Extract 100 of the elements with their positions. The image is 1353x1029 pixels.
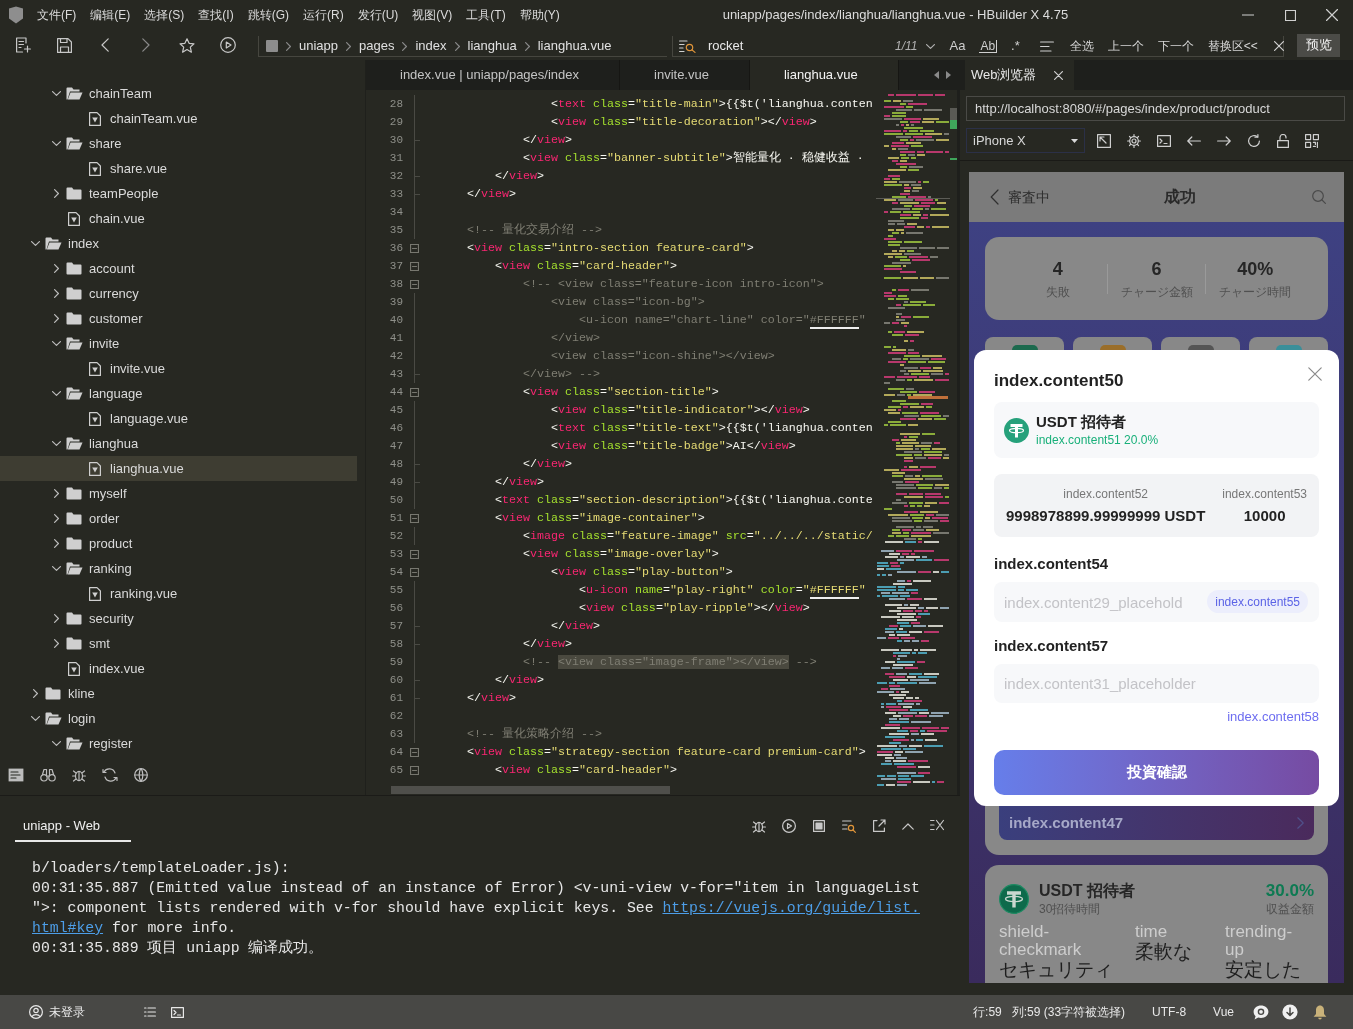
export-icon[interactable] bbox=[872, 819, 886, 833]
tree-item[interactable]: register bbox=[0, 731, 357, 756]
menu-item[interactable]: 发行(U) bbox=[357, 6, 399, 24]
tree-item[interactable]: account bbox=[0, 256, 357, 281]
tree-item[interactable]: kline bbox=[0, 681, 357, 706]
chevron-down-icon[interactable] bbox=[51, 91, 61, 96]
arrow-right-icon[interactable] bbox=[1217, 135, 1231, 146]
tree-item[interactable]: customer bbox=[0, 306, 357, 331]
caret-left-icon[interactable] bbox=[934, 71, 939, 79]
chevron-right-icon[interactable] bbox=[53, 514, 59, 523]
tree-item[interactable]: chainTeam.vue bbox=[0, 106, 357, 131]
menu-item[interactable]: 编辑(E) bbox=[90, 6, 131, 24]
new-file-icon[interactable] bbox=[15, 37, 31, 53]
chevron-down-icon[interactable] bbox=[51, 441, 61, 446]
editor-tab[interactable]: lianghua.vue bbox=[749, 60, 899, 90]
caret-right-icon[interactable] bbox=[946, 71, 951, 79]
tree-item[interactable]: ranking bbox=[0, 556, 357, 581]
chevron-right-icon[interactable] bbox=[53, 539, 59, 548]
breadcrumb-item[interactable]: index bbox=[415, 36, 447, 56]
unlock-icon[interactable] bbox=[1277, 133, 1289, 148]
collapse-icon[interactable] bbox=[410, 279, 419, 289]
tree-item[interactable]: index bbox=[0, 231, 357, 256]
tree-item[interactable]: login bbox=[0, 706, 357, 731]
tree-item[interactable]: security bbox=[0, 606, 357, 631]
language-label[interactable]: Vue bbox=[1213, 1003, 1234, 1021]
chevron-down-icon[interactable] bbox=[51, 741, 61, 746]
tree-item[interactable]: language.vue bbox=[0, 406, 357, 431]
settings-icon[interactable] bbox=[1127, 133, 1141, 148]
collapse-icon[interactable] bbox=[410, 567, 419, 577]
chevron-left-icon[interactable] bbox=[990, 189, 999, 205]
play-icon[interactable] bbox=[220, 37, 236, 53]
bell-icon[interactable] bbox=[1313, 1004, 1327, 1020]
device-dropdown[interactable]: iPhone X bbox=[966, 128, 1085, 153]
chevron-down-icon[interactable] bbox=[51, 141, 61, 146]
chevron-right-icon[interactable] bbox=[53, 289, 59, 298]
binoculars-icon[interactable] bbox=[40, 768, 56, 782]
qr-code-icon[interactable] bbox=[1305, 133, 1319, 148]
menu-item[interactable]: 运行(R) bbox=[303, 6, 344, 24]
chevron-right-icon[interactable] bbox=[32, 689, 38, 698]
chevron-right-icon[interactable] bbox=[53, 489, 59, 498]
collapse-icon[interactable] bbox=[410, 261, 419, 271]
collapse-icon[interactable] bbox=[410, 513, 419, 523]
menu-item[interactable]: 工具(T) bbox=[466, 6, 506, 24]
menu-item[interactable]: 选择(S) bbox=[144, 6, 185, 24]
tree-item[interactable]: language bbox=[0, 381, 357, 406]
arrow-left-icon[interactable] bbox=[1187, 135, 1201, 146]
breadcrumb-item[interactable]: uniapp bbox=[299, 36, 339, 56]
browser-tab[interactable]: Web浏览器 bbox=[965, 60, 1074, 90]
confirm-button[interactable]: 投資確認 bbox=[994, 750, 1319, 795]
terminal-icon[interactable] bbox=[171, 1006, 184, 1018]
breadcrumb-item[interactable]: pages bbox=[359, 36, 395, 56]
bug-icon[interactable] bbox=[72, 768, 86, 782]
chevron-right-icon[interactable] bbox=[53, 189, 59, 198]
tree-item[interactable]: teamPeople bbox=[0, 181, 357, 206]
collapse-icon[interactable] bbox=[410, 549, 419, 559]
tree-item[interactable]: share bbox=[0, 131, 357, 156]
maximize-icon[interactable] bbox=[1284, 9, 1296, 21]
console-tab[interactable]: uniapp - Web bbox=[15, 812, 131, 842]
tree-item[interactable]: invite bbox=[0, 331, 357, 356]
tree-item[interactable]: share.vue bbox=[0, 156, 357, 181]
chevron-right-icon[interactable] bbox=[53, 314, 59, 323]
refresh-icon[interactable] bbox=[1247, 133, 1261, 148]
console-link[interactable]: html#key bbox=[32, 920, 104, 936]
menu-item[interactable]: 跳转(G) bbox=[247, 6, 289, 24]
back-icon[interactable] bbox=[101, 38, 109, 52]
chevron-down-icon[interactable] bbox=[30, 241, 40, 246]
tree-item[interactable]: order bbox=[0, 506, 357, 531]
collapse-icon[interactable] bbox=[410, 765, 419, 775]
console-link[interactable]: https://vuejs.org/guide/list. bbox=[662, 900, 920, 916]
chat-icon[interactable] bbox=[1253, 1004, 1269, 1020]
chevron-down-icon[interactable] bbox=[30, 716, 40, 721]
menu-item[interactable]: 查找(I) bbox=[198, 6, 234, 24]
list-icon[interactable] bbox=[144, 1007, 156, 1017]
preview-button[interactable]: 预览 bbox=[1297, 33, 1340, 57]
tree-item[interactable]: invite.vue bbox=[0, 356, 357, 381]
chevron-up-icon[interactable] bbox=[902, 822, 914, 830]
tree-item[interactable]: index.vue bbox=[0, 656, 357, 681]
tree-item[interactable]: smt bbox=[0, 631, 357, 656]
close-icon[interactable] bbox=[1053, 70, 1063, 80]
tree-item[interactable]: chain.vue bbox=[0, 206, 357, 231]
star-icon[interactable] bbox=[179, 37, 195, 53]
tree-item[interactable]: lianghua.vue bbox=[0, 456, 357, 481]
encoding-label[interactable]: UTF-8 bbox=[1152, 1003, 1187, 1021]
breadcrumb-item[interactable]: lianghua bbox=[467, 36, 517, 56]
forward-icon[interactable] bbox=[142, 38, 150, 52]
tree-item[interactable]: product bbox=[0, 531, 357, 556]
caret-down-icon[interactable] bbox=[1071, 138, 1078, 143]
menu-item[interactable]: 视图(V) bbox=[412, 6, 453, 24]
chevron-right-icon[interactable] bbox=[53, 639, 59, 648]
resize-icon[interactable] bbox=[1097, 133, 1111, 148]
chevron-down-icon[interactable] bbox=[51, 566, 61, 571]
collapse-icon[interactable] bbox=[410, 747, 419, 757]
menu-item[interactable]: 帮助(Y) bbox=[519, 6, 560, 24]
terminal-icon[interactable] bbox=[1157, 133, 1171, 148]
url-field[interactable]: http://localhost:8080/#/pages/index/product/product bbox=[966, 96, 1345, 121]
sync-icon[interactable] bbox=[102, 768, 118, 782]
text-link[interactable]: index.content58 bbox=[1227, 709, 1319, 725]
tree-item[interactable]: myself bbox=[0, 481, 357, 506]
stop-icon[interactable] bbox=[812, 819, 826, 833]
list-search-icon[interactable] bbox=[842, 819, 856, 833]
